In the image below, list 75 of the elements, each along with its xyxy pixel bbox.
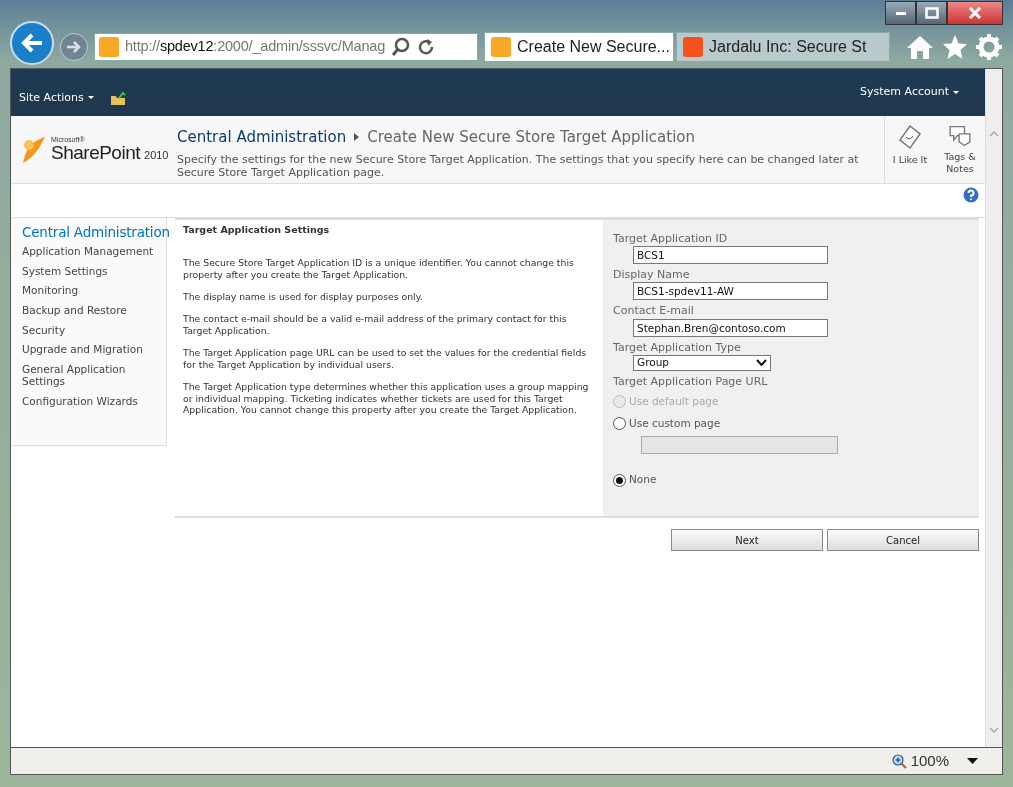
field-label: Contact E-mail <box>613 304 695 318</box>
radio-button[interactable] <box>613 473 626 487</box>
close-icon <box>968 7 982 19</box>
nav-link[interactable]: Upgrade and Migration <box>22 343 166 356</box>
blog-icon <box>683 37 703 57</box>
logo-version: 2010 <box>144 147 169 163</box>
zoom-in-icon <box>891 753 907 769</box>
speech-tag-icon <box>947 124 973 148</box>
caret-down-icon <box>953 90 959 94</box>
chevron-down-icon <box>756 359 767 367</box>
like-button[interactable]: I Like It <box>888 116 932 183</box>
radio-button[interactable] <box>613 417 626 431</box>
nav-link[interactable]: System Settings <box>22 264 166 278</box>
site-icon <box>491 37 511 57</box>
page-description: Specify the settings for the new Secure Store Target Application. The settings that you specify here can be changed later at Secure Store Target Application page. <box>177 152 860 179</box>
radio-label: Use default page <box>629 393 719 409</box>
nav-link[interactable]: Backup and Restore <box>22 304 166 317</box>
text-field[interactable]: BCS1 <box>633 246 828 265</box>
field-label: Target Application ID <box>613 232 729 246</box>
zoom-control[interactable]: 100% <box>891 749 949 773</box>
radio-label[interactable]: Use custom page <box>629 415 721 432</box>
help-text: The display name is used for display purposes only. <box>183 291 424 304</box>
tags-notes-button[interactable]: Tags & Notes <box>938 116 982 183</box>
back-button[interactable] <box>10 21 54 65</box>
browser-tab[interactable]: Jardalu Inc: Secure St <box>676 32 890 62</box>
text-field[interactable]: BCS1-spdev11-AW <box>633 282 828 301</box>
search-icon[interactable] <box>391 37 411 57</box>
nav-link[interactable]: Monitoring <box>22 284 166 298</box>
tab-title: Create New Secure... <box>517 37 670 57</box>
nav-link[interactable]: Configuration Wizards <box>22 395 166 408</box>
field-label: Target Application Type <box>613 340 742 354</box>
text-field[interactable]: Stephan.Bren@contoso.com <box>633 318 828 337</box>
logo-product: SharePoint <box>51 142 140 162</box>
folder-icon[interactable] <box>109 92 126 106</box>
nav-link[interactable]: General Application Settings <box>22 362 166 388</box>
back-arrow-icon <box>20 32 44 54</box>
section-title: Target Application Settings <box>183 224 331 236</box>
radio-label[interactable]: None <box>629 472 657 489</box>
logo-icon <box>21 134 47 165</box>
tab-title: Jardalu Inc: Secure St <box>709 37 867 57</box>
dropdown-arrow-icon[interactable] <box>967 758 978 764</box>
help-text: The Secure Store Target Application ID is a unique identifier. You cannot change this property after you create the Target Application. <box>183 257 575 282</box>
close-button[interactable] <box>947 1 1003 25</box>
help-icon[interactable] <box>963 187 979 203</box>
nav-link[interactable]: Security <box>22 323 166 337</box>
forward-button[interactable] <box>60 33 88 61</box>
help-text: The Target Application type determines whether this application uses a group mapping or individual mapping. Ticketing indicates whether tickets are used for this Target Application. You cannot change this property after you create the Target Application. <box>183 380 590 417</box>
page-title: Create New Secure Store Target Application <box>367 127 695 148</box>
address-text: http://spdev12:2000/_admin/sssvc/Manag <box>125 37 385 57</box>
caret-down-icon <box>87 96 94 100</box>
help-text: The contact e-mail should be a valid e-mail address of the primary contact for this Target Application. <box>183 313 568 337</box>
forward-arrow-icon <box>66 40 82 54</box>
field-label: Target Application Page URL <box>613 374 769 388</box>
site-icon <box>99 37 119 57</box>
help-text: The Target Application page URL can be used to set the values for the credential fields for the Target Application by individual users. <box>183 346 588 371</box>
next-button[interactable]: Next <box>671 529 823 551</box>
home-icon[interactable] <box>906 34 934 60</box>
browser-tab[interactable]: Create New Secure... <box>484 32 674 62</box>
dropdown[interactable]: Group <box>633 354 771 371</box>
breadcrumb-link[interactable]: Central Administration <box>177 126 347 149</box>
user-menu[interactable]: System Account <box>860 84 959 101</box>
maximize-icon <box>924 7 939 19</box>
nav-link[interactable]: Application Management <box>22 245 166 258</box>
address-bar[interactable]: http://spdev12:2000/_admin/sssvc/Manag <box>94 33 478 61</box>
minimize-icon <box>895 11 906 15</box>
breadcrumb-arrow-icon <box>354 133 360 142</box>
cancel-button[interactable]: Cancel <box>827 529 979 551</box>
minimize-button[interactable] <box>885 1 916 25</box>
star-icon[interactable] <box>942 34 968 60</box>
field-label: Display Name <box>613 268 691 282</box>
tag-smile-icon <box>898 124 922 150</box>
maximize-button[interactable] <box>916 1 947 25</box>
refresh-icon[interactable] <box>417 38 435 56</box>
settings-icon[interactable] <box>976 34 1002 60</box>
site-actions-menu[interactable]: Site Actions <box>19 89 94 106</box>
